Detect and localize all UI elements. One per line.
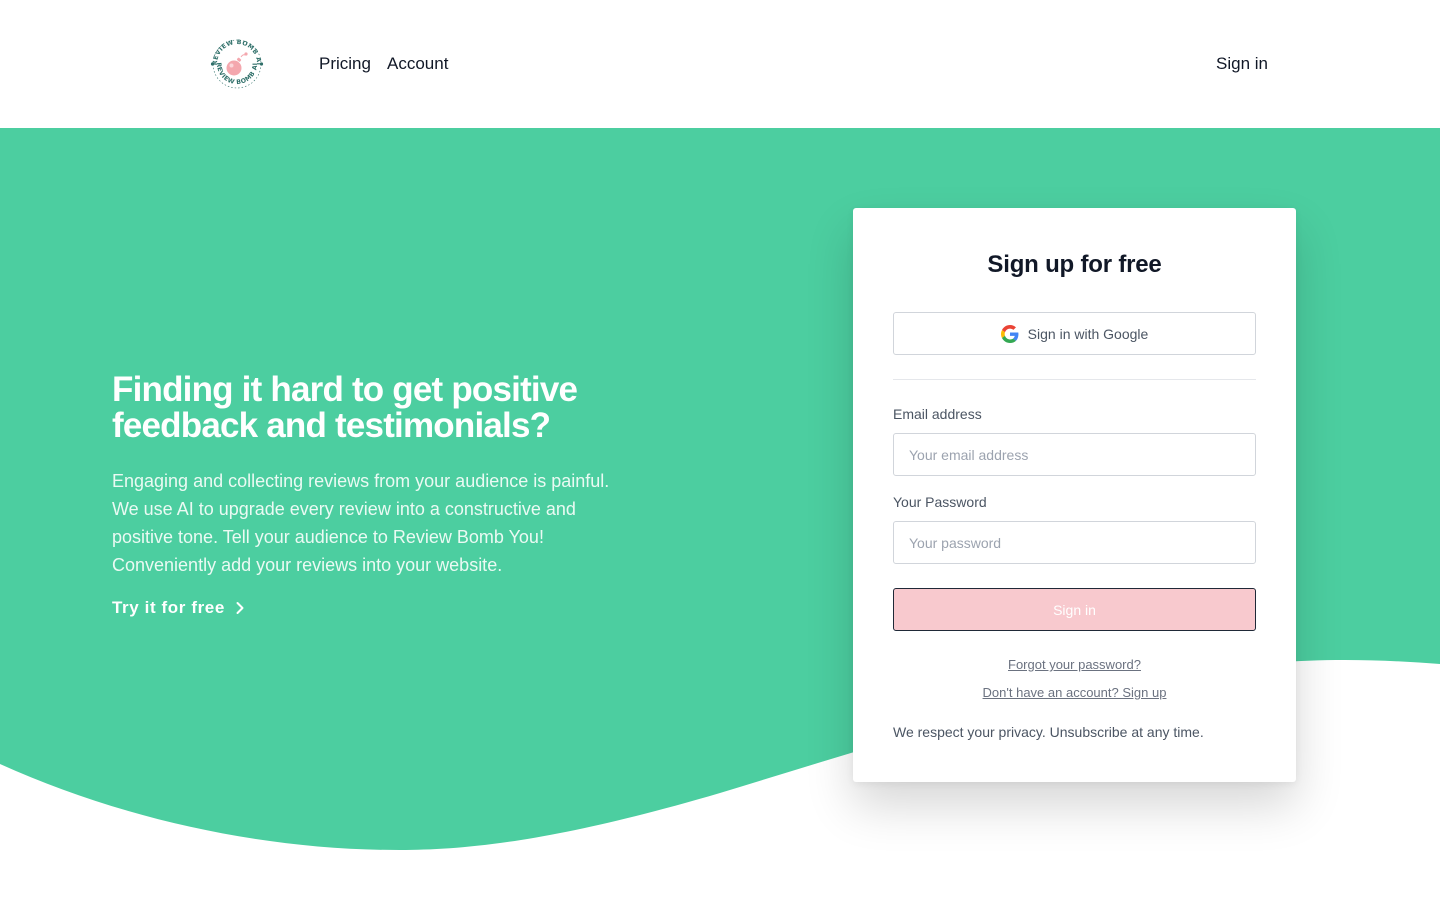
email-label: Email address [893, 406, 982, 422]
hero-description: Engaging and collecting reviews from you… [112, 471, 610, 575]
site-header: REVIEW BOMB AI REVIEW BOMB AI Pricing Ac… [0, 0, 1440, 128]
nav-pricing-link[interactable]: Pricing [319, 53, 371, 75]
forgot-password-link[interactable]: Forgot your password? [853, 657, 1296, 672]
chevron-right-icon [236, 602, 244, 614]
signup-card: Sign up for free Sign in with Google Ema… [853, 208, 1296, 782]
try-it-free-link[interactable]: Try it for free [112, 598, 245, 618]
try-it-free-label: Try it for free [112, 598, 225, 617]
sign-up-link[interactable]: Don't have an account? Sign up [853, 685, 1296, 700]
google-icon [1000, 324, 1019, 343]
bomb-logo-icon: REVIEW BOMB AI REVIEW BOMB AI [210, 39, 264, 89]
form-divider [893, 379, 1256, 380]
email-input[interactable] [893, 433, 1256, 476]
password-input[interactable] [893, 521, 1256, 564]
google-sign-in-button[interactable]: Sign in with Google [893, 312, 1256, 355]
google-button-label: Sign in with Google [1027, 325, 1149, 342]
sign-in-submit-button[interactable]: Sign in [893, 588, 1256, 631]
privacy-notice: We respect your privacy. Unsubscribe at … [893, 724, 1204, 740]
review-bomb-logo[interactable]: REVIEW BOMB AI REVIEW BOMB AI [209, 36, 265, 92]
password-label: Your Password [893, 494, 987, 510]
header-sign-in-link[interactable]: Sign in [1216, 53, 1268, 75]
hero-headline: Finding it hard to get positive feedback… [112, 370, 578, 445]
nav-account-link[interactable]: Account [387, 53, 448, 75]
signup-title: Sign up for free [987, 251, 1162, 278]
